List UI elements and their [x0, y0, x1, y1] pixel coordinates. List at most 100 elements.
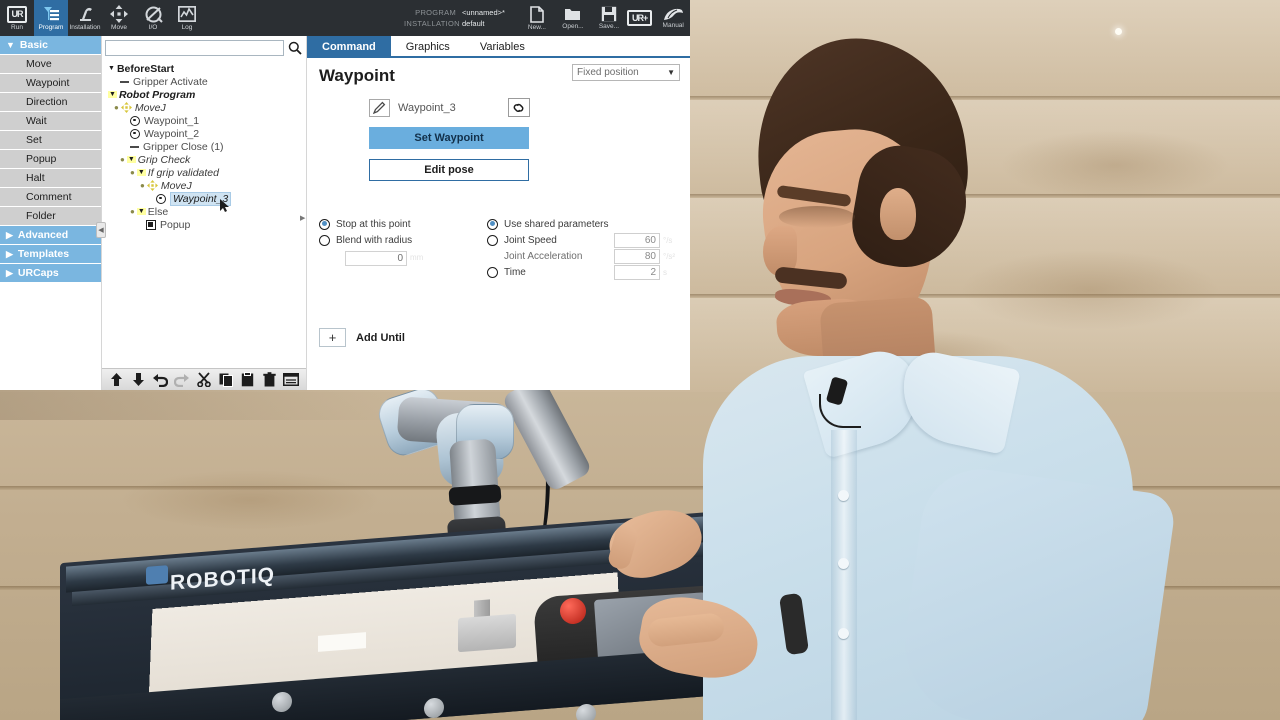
nav-run[interactable]: UR Run: [0, 0, 34, 36]
nav-log[interactable]: Log: [170, 0, 204, 36]
tree-expand-handle[interactable]: ▶: [300, 214, 307, 226]
robot-arm-icon: [76, 4, 95, 24]
sidebar-item-set[interactable]: Set: [0, 131, 101, 150]
sidebar-item-direction[interactable]: Direction: [0, 93, 101, 112]
move-arrows-icon: [120, 102, 132, 113]
sidebar-item-wait[interactable]: Wait: [0, 112, 101, 131]
toolbar-right: UR+ Manual C C C C: [626, 0, 690, 36]
tree-node-movej[interactable]: ● MoveJ: [108, 101, 306, 114]
tree-node-if-grip-validated[interactable]: ● ▼ If grip validated: [108, 166, 306, 179]
triangle-down-icon: ▼: [126, 156, 136, 163]
sidebar-item-folder[interactable]: Folder: [0, 207, 101, 226]
pin-icon: ●: [130, 207, 135, 216]
radio-time[interactable]: [487, 266, 498, 278]
open-folder-icon: [565, 8, 581, 20]
position-type-dropdown[interactable]: Fixed position ▼: [572, 64, 680, 81]
delete-icon[interactable]: [261, 371, 278, 388]
tree-node-label: Waypoint_2: [144, 127, 200, 140]
sidebar-collapse-handle[interactable]: ◀: [96, 222, 106, 238]
main-body: ▼ Basic Move Waypoint Direction Wait Set…: [0, 36, 690, 390]
tree-node-popup[interactable]: Popup: [108, 218, 306, 231]
tab-variables[interactable]: Variables: [465, 36, 540, 58]
sidebar-item-label: Halt: [26, 172, 45, 184]
link-waypoint-button[interactable]: [507, 98, 530, 117]
option-time[interactable]: Time 2 s: [487, 264, 690, 280]
copy-icon[interactable]: [217, 371, 234, 388]
sidebar-group-urcaps[interactable]: ▶ URCaps: [0, 264, 101, 283]
tree-node-grip-check[interactable]: ● ▼ Grip Check: [108, 153, 306, 166]
sidebar-group-advanced[interactable]: ▶ Advanced: [0, 226, 101, 245]
blend-radius-input[interactable]: 0: [345, 251, 407, 266]
sidebar-group-templates[interactable]: ▶ Templates: [0, 245, 101, 264]
tree-node-gripper-close[interactable]: Gripper Close (1): [108, 140, 306, 153]
search-icon[interactable]: [287, 41, 303, 55]
cut-icon[interactable]: [195, 371, 212, 388]
option-blend-with-radius[interactable]: Blend with radius: [319, 232, 487, 248]
tree-node-waypoint-3[interactable]: Waypoint_3: [108, 191, 306, 212]
time-input[interactable]: 2: [614, 264, 660, 280]
tree-node-movej-inner[interactable]: ● MoveJ: [108, 179, 306, 192]
sidebar-item-move[interactable]: Move: [0, 55, 101, 74]
io-icon: [144, 4, 163, 24]
tree-node-waypoint-1[interactable]: Waypoint_1: [108, 114, 306, 127]
tree-node-waypoint-2[interactable]: Waypoint_2: [108, 127, 306, 140]
ur-plus-icon[interactable]: UR+: [626, 10, 653, 26]
redo-icon[interactable]: [174, 371, 191, 388]
tree-node-else[interactable]: ● ▼ Else: [108, 205, 306, 218]
chevron-right-icon: ▶: [6, 248, 13, 259]
tree-node-label: Robot Program: [118, 88, 196, 101]
search-input[interactable]: [105, 40, 284, 56]
radio-blend-with-radius[interactable]: [319, 234, 330, 246]
undo-icon[interactable]: [152, 371, 169, 388]
radio-stop-at-point[interactable]: [319, 218, 330, 230]
tab-graphics[interactable]: Graphics: [391, 36, 465, 58]
nav-installation[interactable]: Installation: [68, 0, 102, 36]
nav-program[interactable]: Program: [34, 0, 68, 36]
command-panel: Command Graphics Variables Waypoint Fixe…: [307, 36, 690, 390]
sidebar-item-popup[interactable]: Popup: [0, 150, 101, 169]
option-joint-speed[interactable]: Joint Speed 60 °/s: [487, 232, 690, 248]
tree-node-robot-program[interactable]: ▼ Robot Program: [108, 88, 306, 101]
tree-node-beforestart[interactable]: ▼ BeforeStart: [108, 62, 306, 75]
arm: [894, 461, 1178, 720]
set-waypoint-button[interactable]: Set Waypoint: [369, 127, 529, 149]
shirt-button: [838, 558, 849, 569]
sidebar-group-basic[interactable]: ▼ Basic: [0, 36, 101, 55]
option-stop-at-point-label: Stop at this point: [336, 218, 411, 230]
nav-move[interactable]: Move: [102, 0, 136, 36]
option-use-shared-parameters[interactable]: Use shared parameters: [487, 216, 690, 232]
add-until-button[interactable]: +: [319, 328, 346, 347]
joint-speed-input[interactable]: 60: [614, 232, 660, 248]
sidebar-item-comment[interactable]: Comment: [0, 188, 101, 207]
option-stop-at-point[interactable]: Stop at this point: [319, 216, 487, 232]
save-program-button[interactable]: Save...: [591, 0, 627, 36]
nav-io[interactable]: I/O: [136, 0, 170, 36]
edit-pose-button[interactable]: Edit pose: [369, 159, 529, 181]
triangle-down-icon: ▼: [136, 208, 146, 215]
tree-node-label: MoveJ: [160, 179, 192, 192]
open-program-button[interactable]: Open...: [555, 0, 591, 36]
tree-node-label: MoveJ: [134, 101, 166, 114]
installation-label: INSTALLATION: [404, 19, 460, 28]
radio-use-shared-parameters[interactable]: [487, 218, 498, 230]
option-blend-with-radius-label: Blend with radius: [336, 234, 413, 246]
radio-joint-speed[interactable]: [487, 234, 498, 246]
program-tree-column: ▼ BeforeStart Gripper Activate ▼ Robot P…: [101, 36, 307, 390]
sidebar-item-halt[interactable]: Halt: [0, 169, 101, 188]
move-up-icon[interactable]: [108, 371, 125, 388]
light-reflection: [1115, 28, 1122, 35]
tree-node-gripper-activate[interactable]: Gripper Activate: [108, 75, 306, 88]
sidebar-item-waypoint[interactable]: Waypoint: [0, 74, 101, 93]
paste-icon[interactable]: [239, 371, 256, 388]
link-chain-icon: [513, 103, 524, 112]
tab-command[interactable]: Command: [307, 36, 391, 58]
blend-radius-value: 0: [397, 253, 403, 264]
move-down-icon[interactable]: [130, 371, 147, 388]
joint-acceleration-input[interactable]: 80: [614, 248, 660, 264]
top-toolbar: UR Run Program Installation Move I/O Log…: [0, 0, 690, 36]
rename-waypoint-button[interactable]: [369, 98, 390, 117]
suppress-icon[interactable]: [283, 371, 300, 388]
speed-options: Use shared parameters Joint Speed 60 °/s: [487, 216, 690, 280]
new-program-button[interactable]: New...: [519, 0, 555, 36]
manual-mode-button[interactable]: Manual: [662, 7, 684, 29]
